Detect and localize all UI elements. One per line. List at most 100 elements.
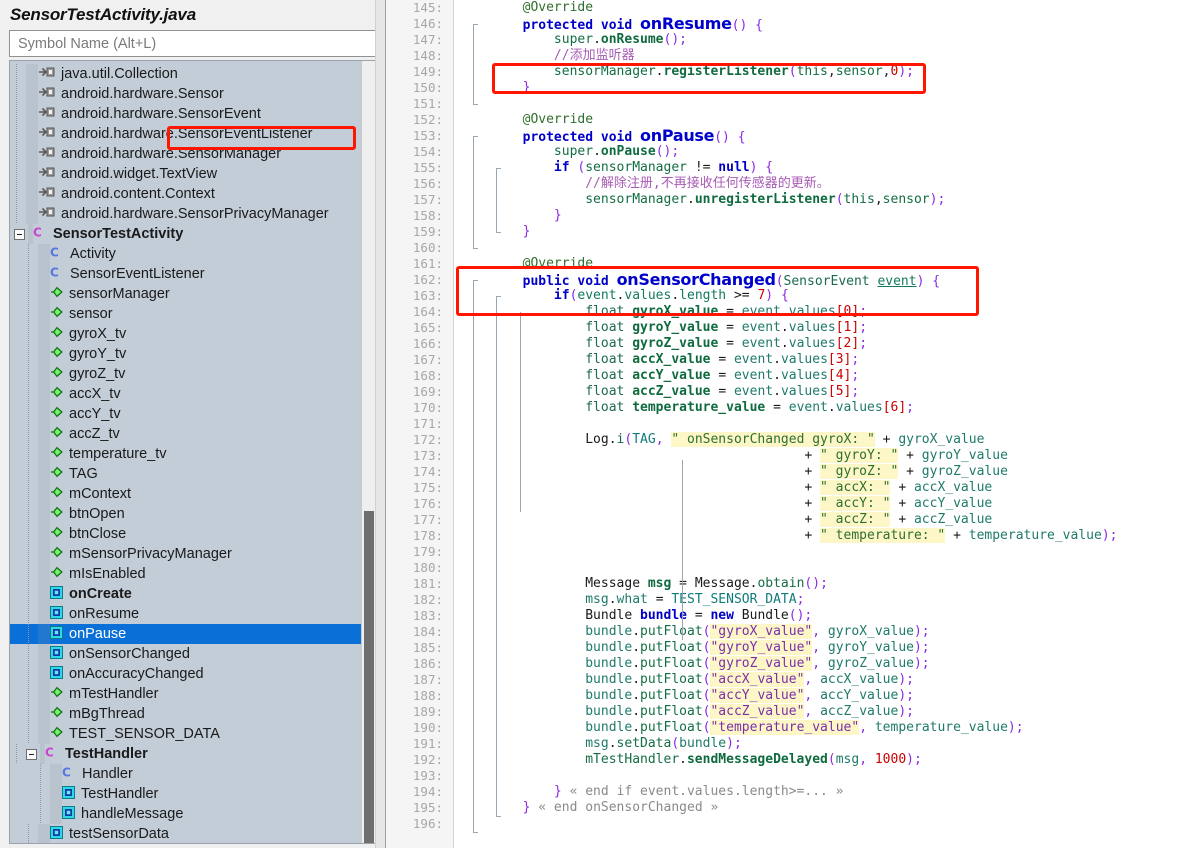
- code-editor-pane[interactable]: 145: @Override 146: protected void onResu…: [386, 0, 1191, 848]
- symbol-tree-item[interactable]: onSensorChanged: [10, 644, 361, 664]
- code-line[interactable]: 186: bundle.putFloat("gyroZ_value", gyro…: [386, 656, 1191, 672]
- symbol-tree-item[interactable]: C TestHandler: [10, 744, 361, 764]
- code-line[interactable]: 173: + " gyroY: " + gyroY_value: [386, 448, 1191, 464]
- code-line[interactable]: 153: protected void onPause() {: [386, 128, 1191, 146]
- code-line[interactable]: 172: Log.i(TAG, " onSensorChanged gyroX:…: [386, 432, 1191, 448]
- symbol-tree-item[interactable]: gyroZ_tv: [10, 364, 361, 384]
- code-line[interactable]: 159: }: [386, 224, 1191, 240]
- code-line[interactable]: 188: bundle.putFloat("accY_value", accY_…: [386, 688, 1191, 704]
- symbol-tree-item[interactable]: mContext: [10, 484, 361, 504]
- code-line[interactable]: 147: super.onResume();: [386, 32, 1191, 48]
- code-line[interactable]: 170: float temperature_value = event.val…: [386, 400, 1191, 416]
- symbol-tree-item[interactable]: android.content.Context: [10, 184, 361, 204]
- code-line[interactable]: 178: + " temperature: " + temperature_va…: [386, 528, 1191, 544]
- symbol-tree-item[interactable]: sensor: [10, 304, 361, 324]
- symbol-tree-item[interactable]: android.hardware.SensorManager: [10, 144, 361, 164]
- symbol-tree-item[interactable]: sensorManager: [10, 284, 361, 304]
- symbol-tree-item[interactable]: android.hardware.SensorEvent: [10, 104, 361, 124]
- code-line[interactable]: 193:: [386, 768, 1191, 784]
- code-line[interactable]: 165: float gyroY_value = event.values[1]…: [386, 320, 1191, 336]
- symbol-tree-item[interactable]: onAccuracyChanged: [10, 664, 361, 684]
- symbol-tree-item[interactable]: accZ_tv: [10, 424, 361, 444]
- code-line[interactable]: 192: mTestHandler.sendMessageDelayed(msg…: [386, 752, 1191, 768]
- symbol-tree-item[interactable]: testSensorData: [10, 824, 361, 843]
- symbol-tree-item[interactable]: accX_tv: [10, 384, 361, 404]
- code-line[interactable]: 150: }: [386, 80, 1191, 96]
- symbol-tree-vertical-scrollbar[interactable]: [361, 61, 376, 843]
- symbol-tree-scrollbar-thumb[interactable]: [364, 511, 374, 843]
- code-line[interactable]: 160:: [386, 240, 1191, 256]
- code-line[interactable]: 190: bundle.putFloat("temperature_value"…: [386, 720, 1191, 736]
- symbol-tree-item[interactable]: btnOpen: [10, 504, 361, 524]
- symbol-tree-item[interactable]: mTestHandler: [10, 684, 361, 704]
- code-line[interactable]: 195: } « end onSensorChanged »: [386, 800, 1191, 816]
- code-line[interactable]: 187: bundle.putFloat("accX_value", accX_…: [386, 672, 1191, 688]
- code-line[interactable]: 162: public void onSensorChanged(SensorE…: [386, 272, 1191, 290]
- symbol-tree-item[interactable]: C Handler: [10, 764, 361, 784]
- symbol-tree-item[interactable]: handleMessage: [10, 804, 361, 824]
- code-line[interactable]: 145: @Override: [386, 0, 1191, 16]
- symbol-tree-item[interactable]: mIsEnabled: [10, 564, 361, 584]
- tree-connector: [38, 464, 50, 484]
- symbol-tree-item[interactable]: onResume: [10, 604, 361, 624]
- code-line[interactable]: 146: protected void onResume() {: [386, 16, 1191, 34]
- code-line[interactable]: 163: if(event.values.length >= 7) {: [386, 288, 1191, 304]
- symbol-tree-item[interactable]: accY_tv: [10, 404, 361, 424]
- code-line[interactable]: 161: @Override: [386, 256, 1191, 272]
- code-line[interactable]: 156: //解除注册,不再接收任何传感器的更新。: [386, 176, 1191, 192]
- search-input[interactable]: Symbol Name (Alt+L): [9, 30, 376, 57]
- code-line[interactable]: 181: Message msg = Message.obtain();: [386, 576, 1191, 592]
- symbol-tree-item[interactable]: C Activity: [10, 244, 361, 264]
- tree-expander-icon[interactable]: [26, 748, 37, 760]
- code-line[interactable]: 191: msg.setData(bundle);: [386, 736, 1191, 752]
- code-line[interactable]: 175: + " accX: " + accX_value: [386, 480, 1191, 496]
- code-line[interactable]: 167: float accX_value = event.values[3];: [386, 352, 1191, 368]
- code-line[interactable]: 179:: [386, 544, 1191, 560]
- symbol-tree-item[interactable]: C SensorEventListener: [10, 264, 361, 284]
- code-line[interactable]: 171:: [386, 416, 1191, 432]
- code-line[interactable]: 158: }: [386, 208, 1191, 224]
- code-line[interactable]: 182: msg.what = TEST_SENSOR_DATA;: [386, 592, 1191, 608]
- code-line[interactable]: 183: Bundle bundle = new Bundle();: [386, 608, 1191, 624]
- code-line[interactable]: 155: if (sensorManager != null) {: [386, 160, 1191, 176]
- symbol-tree-item[interactable]: onCreate: [10, 584, 361, 604]
- code-line[interactable]: 194: } « end if event.values.length>=...…: [386, 784, 1191, 800]
- symbol-tree-item[interactable]: temperature_tv: [10, 444, 361, 464]
- code-line[interactable]: 149: sensorManager.registerListener(this…: [386, 64, 1191, 80]
- symbol-tree-item[interactable]: gyroX_tv: [10, 324, 361, 344]
- code-line[interactable]: 180:: [386, 560, 1191, 576]
- code-line[interactable]: 152: @Override: [386, 112, 1191, 128]
- code-line[interactable]: 168: float accY_value = event.values[4];: [386, 368, 1191, 384]
- symbol-tree-item[interactable]: android.hardware.Sensor: [10, 84, 361, 104]
- symbol-tree-item[interactable]: TestHandler: [10, 784, 361, 804]
- code-line[interactable]: 151:: [386, 96, 1191, 112]
- symbol-tree-item[interactable]: onPause: [10, 624, 361, 644]
- symbol-tree-item[interactable]: java.util.Collection: [10, 64, 361, 84]
- code-line[interactable]: 176: + " accY: " + accY_value: [386, 496, 1191, 512]
- symbol-tree-item[interactable]: btnClose: [10, 524, 361, 544]
- code-line[interactable]: 189: bundle.putFloat("accZ_value", accZ_…: [386, 704, 1191, 720]
- symbol-tree-item[interactable]: android.hardware.SensorEventListener: [10, 124, 361, 144]
- symbol-tree-scroll[interactable]: java.util.Collection android.hardware.Sen…: [10, 61, 361, 843]
- field-icon: [50, 366, 63, 382]
- code-line[interactable]: 169: float accZ_value = event.values[5];: [386, 384, 1191, 400]
- symbol-tree-item[interactable]: gyroY_tv: [10, 344, 361, 364]
- code-line[interactable]: 196:: [386, 816, 1191, 832]
- code-line[interactable]: 148: //添加监听器: [386, 48, 1191, 64]
- symbol-tree-item[interactable]: TAG: [10, 464, 361, 484]
- code-line[interactable]: 177: + " accZ: " + accZ_value: [386, 512, 1191, 528]
- symbol-tree-item[interactable]: android.hardware.SensorPrivacyManager: [10, 204, 361, 224]
- code-line[interactable]: 154: super.onPause();: [386, 144, 1191, 160]
- symbol-tree-item[interactable]: TEST_SENSOR_DATA: [10, 724, 361, 744]
- code-line[interactable]: 164: float gyroX_value = event.values[0]…: [386, 304, 1191, 320]
- symbol-tree-item[interactable]: mSensorPrivacyManager: [10, 544, 361, 564]
- code-line[interactable]: 166: float gyroZ_value = event.values[2]…: [386, 336, 1191, 352]
- code-line[interactable]: 184: bundle.putFloat("gyroX_value", gyro…: [386, 624, 1191, 640]
- tree-expander-icon[interactable]: [14, 228, 25, 240]
- symbol-tree-item[interactable]: mBgThread: [10, 704, 361, 724]
- symbol-tree-item[interactable]: C SensorTestActivity: [10, 224, 361, 244]
- code-line[interactable]: 185: bundle.putFloat("gyroY_value", gyro…: [386, 640, 1191, 656]
- code-line[interactable]: 157: sensorManager.unregisterListener(th…: [386, 192, 1191, 208]
- symbol-tree-item[interactable]: android.widget.TextView: [10, 164, 361, 184]
- code-line[interactable]: 174: + " gyroZ: " + gyroZ_value: [386, 464, 1191, 480]
